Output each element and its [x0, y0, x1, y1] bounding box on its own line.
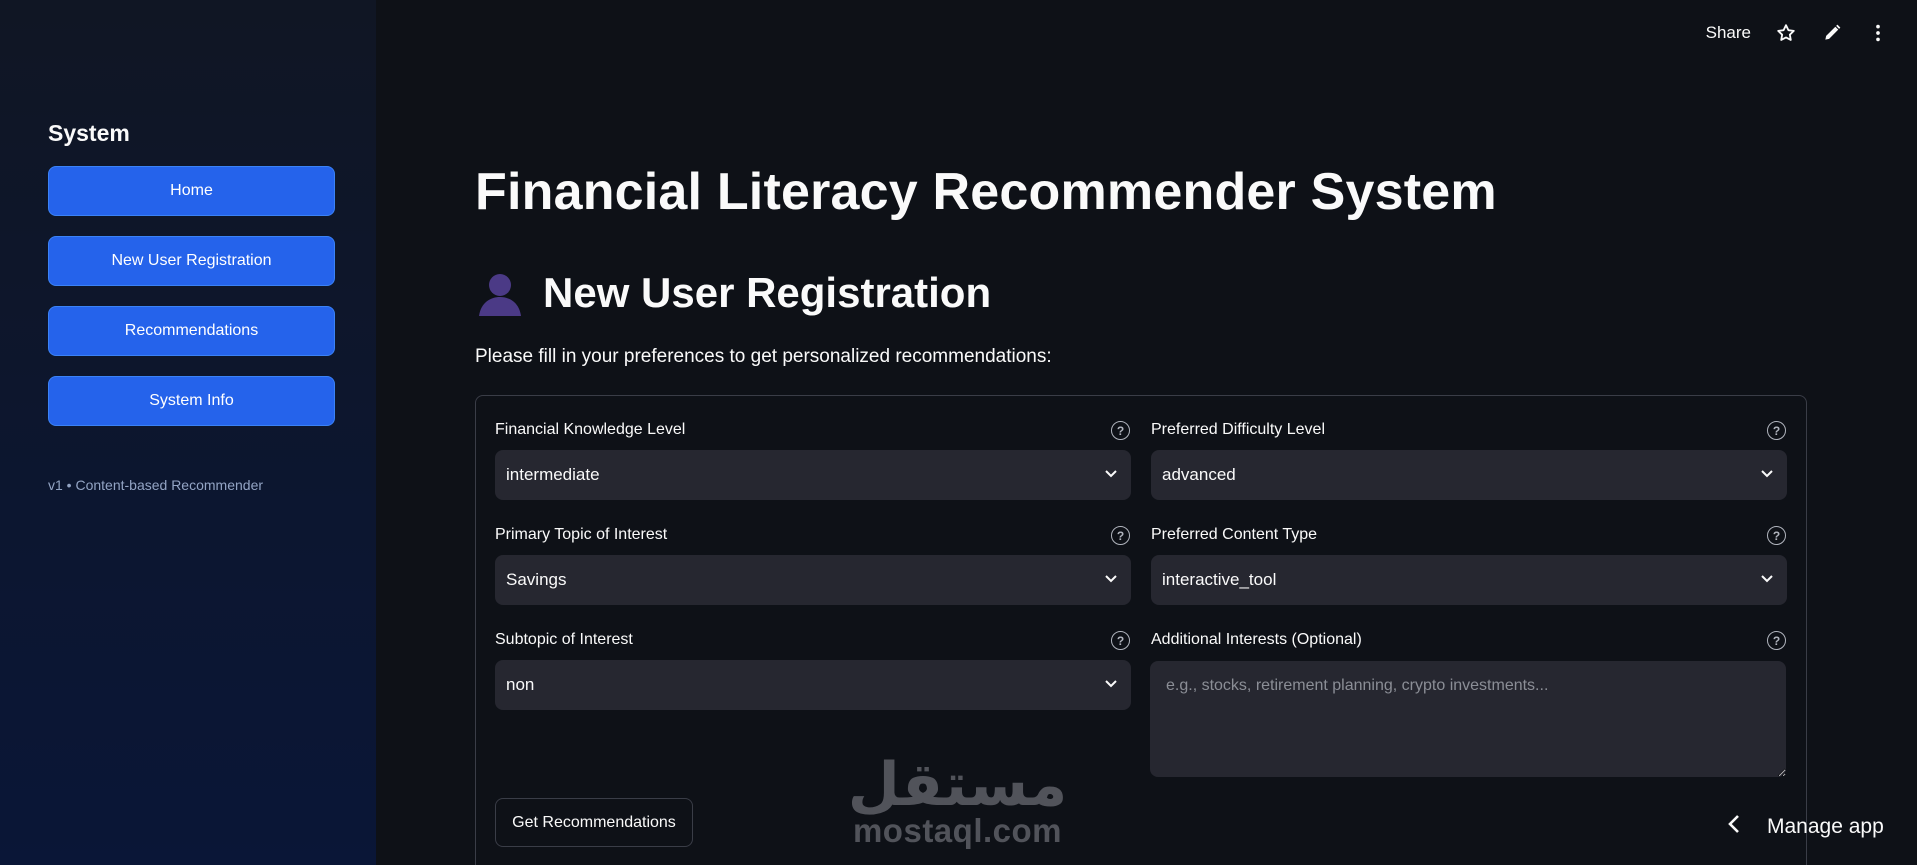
help-icon[interactable]: ? — [1111, 421, 1130, 440]
knowledge-select-value: intermediate — [506, 465, 600, 484]
topic-label: Primary Topic of Interest — [495, 526, 668, 543]
content-type-label: Preferred Content Type — [1151, 526, 1318, 543]
chevron-down-icon — [1759, 570, 1775, 591]
additional-interests-label: Additional Interests (Optional) — [1151, 631, 1362, 648]
watermark-latin: mostaql.com — [852, 812, 1063, 849]
chevron-down-icon — [1759, 465, 1775, 486]
topic-select-value: Savings — [506, 570, 567, 589]
difficulty-label: Preferred Difficulty Level — [1151, 421, 1325, 438]
help-icon[interactable]: ? — [1767, 421, 1786, 440]
watermark-arabic: مستقل — [847, 750, 1068, 820]
share-button[interactable]: Share — [1706, 23, 1751, 43]
sidebar-item-recommendations[interactable]: Recommendations — [48, 306, 335, 356]
knowledge-select[interactable]: intermediate — [495, 450, 1131, 500]
difficulty-select[interactable]: advanced — [1151, 450, 1787, 500]
sidebar-title: System — [48, 120, 130, 146]
content-type-select[interactable]: interactive_tool — [1151, 555, 1787, 605]
watermark-logo: مستقل mostaql.com — [845, 750, 1070, 849]
get-recommendations-button[interactable]: Get Recommendations — [495, 798, 693, 847]
help-icon[interactable]: ? — [1111, 526, 1130, 545]
manage-app-label: Manage app — [1767, 814, 1884, 838]
sidebar-item-system-info[interactable]: System Info — [48, 376, 335, 426]
chevron-down-icon — [1103, 570, 1119, 591]
content-type-select-value: interactive_tool — [1162, 570, 1277, 589]
chevron-down-icon — [1103, 465, 1119, 486]
top-toolbar: Share — [1706, 22, 1889, 44]
help-icon[interactable]: ? — [1111, 631, 1130, 650]
manage-app-button[interactable]: Manage app — [1727, 814, 1884, 839]
difficulty-select-value: advanced — [1162, 465, 1236, 484]
intro-text: Please fill in your preferences to get p… — [475, 346, 1052, 367]
knowledge-label: Financial Knowledge Level — [495, 421, 686, 438]
pencil-icon[interactable] — [1821, 22, 1843, 44]
user-silhouette-icon — [475, 268, 525, 318]
subtopic-select-value: non — [506, 675, 535, 694]
chevron-left-icon — [1727, 814, 1741, 839]
additional-interests-textarea[interactable] — [1150, 661, 1786, 777]
help-icon[interactable]: ? — [1767, 526, 1786, 545]
sidebar-version-caption: v1 • Content-based Recommender — [48, 477, 264, 493]
subtopic-label: Subtopic of Interest — [495, 631, 633, 648]
help-icon[interactable]: ? — [1767, 631, 1786, 650]
star-icon[interactable] — [1775, 22, 1797, 44]
sidebar-item-new-user-registration[interactable]: New User Registration — [48, 236, 335, 286]
section-heading: New User Registration — [475, 268, 991, 318]
topic-select[interactable]: Savings — [495, 555, 1131, 605]
subtopic-select[interactable]: non — [495, 660, 1131, 710]
page-title: Financial Literacy Recommender System — [475, 163, 1497, 221]
chevron-down-icon — [1103, 675, 1119, 696]
more-vertical-icon[interactable] — [1867, 22, 1889, 44]
sidebar: System Home New User Registration Recomm… — [0, 0, 376, 865]
section-title: New User Registration — [543, 269, 992, 316]
sidebar-item-home[interactable]: Home — [48, 166, 335, 216]
